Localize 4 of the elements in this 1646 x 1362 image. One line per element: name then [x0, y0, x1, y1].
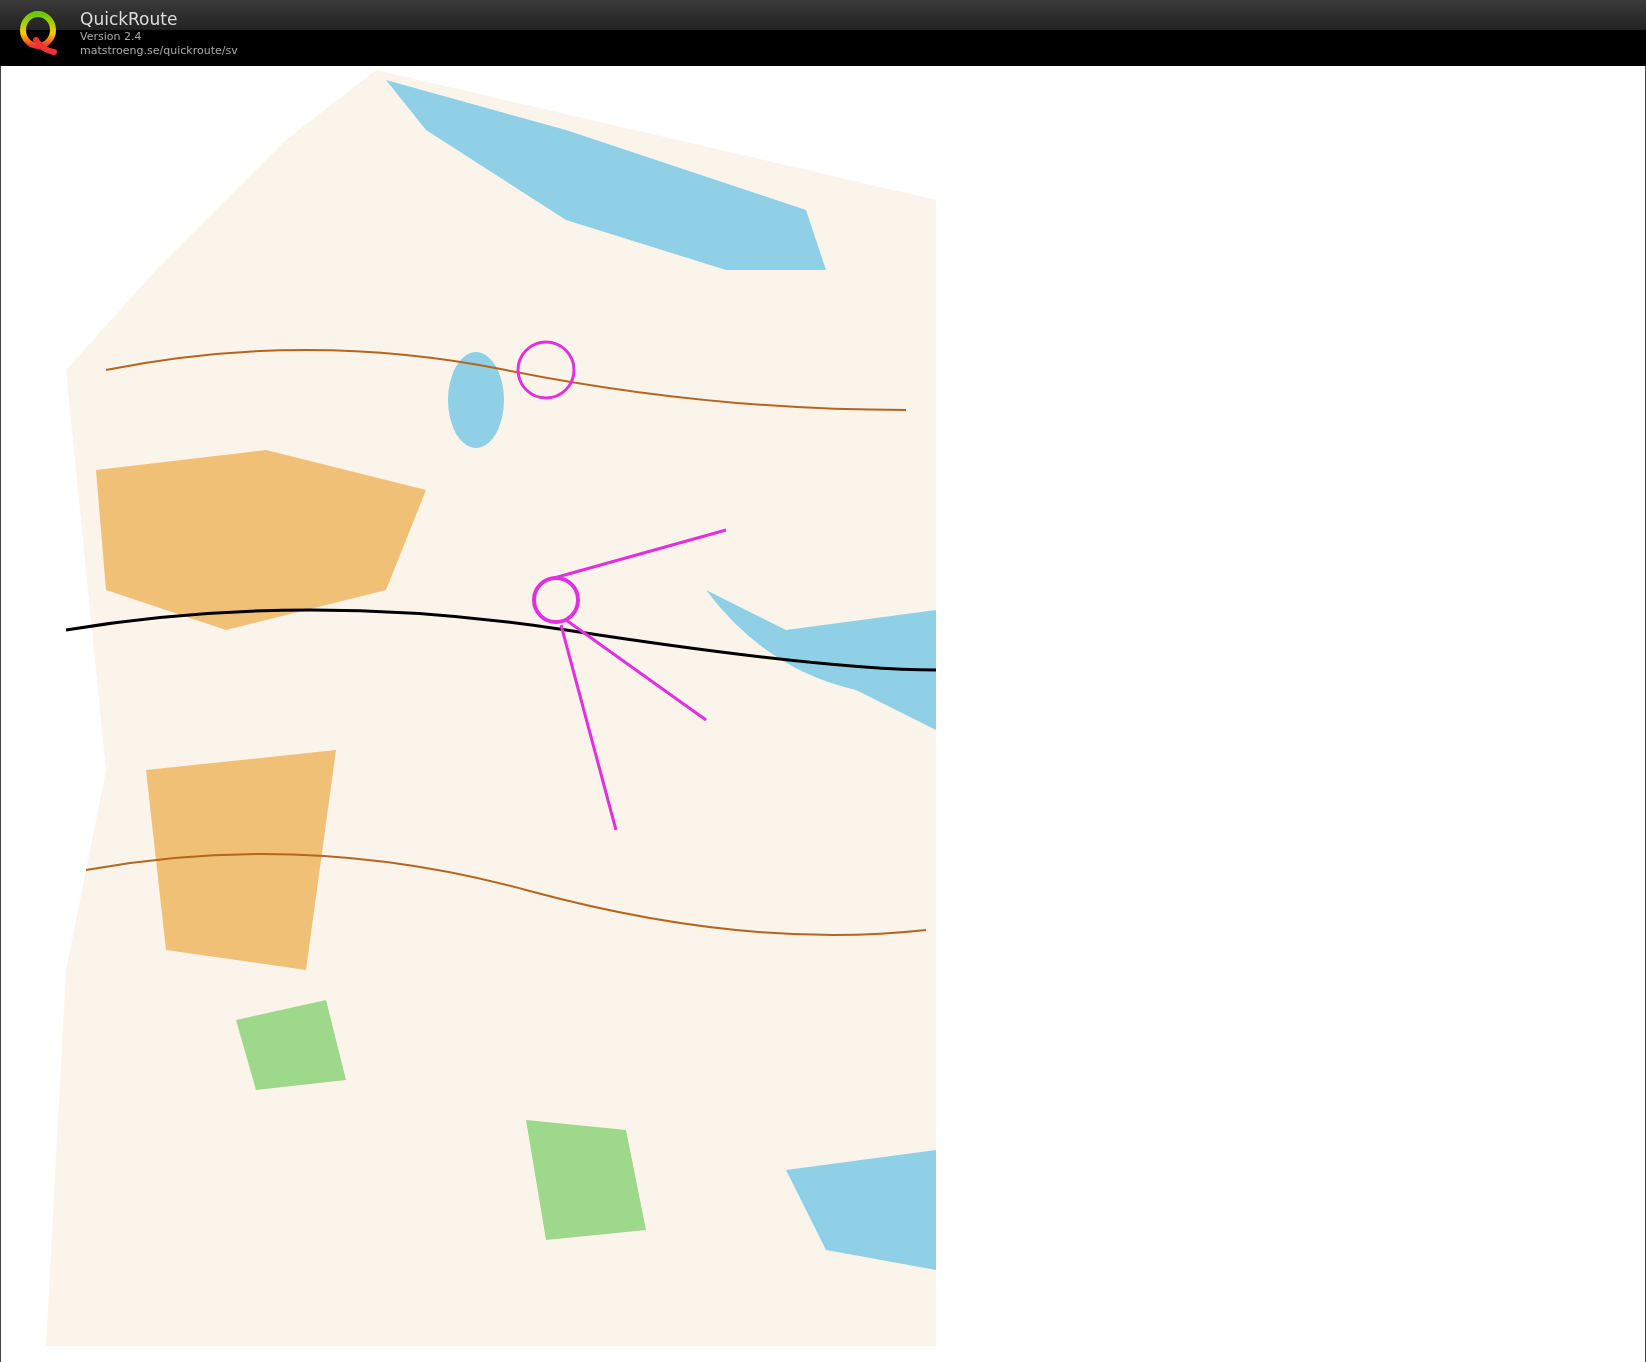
q-logo-icon — [18, 10, 60, 56]
website-url: matstroeng.se/quickroute/sv — [80, 44, 238, 58]
version-text: Version 2.4 — [80, 30, 143, 44]
app-title: QuickRoute — [80, 8, 179, 30]
